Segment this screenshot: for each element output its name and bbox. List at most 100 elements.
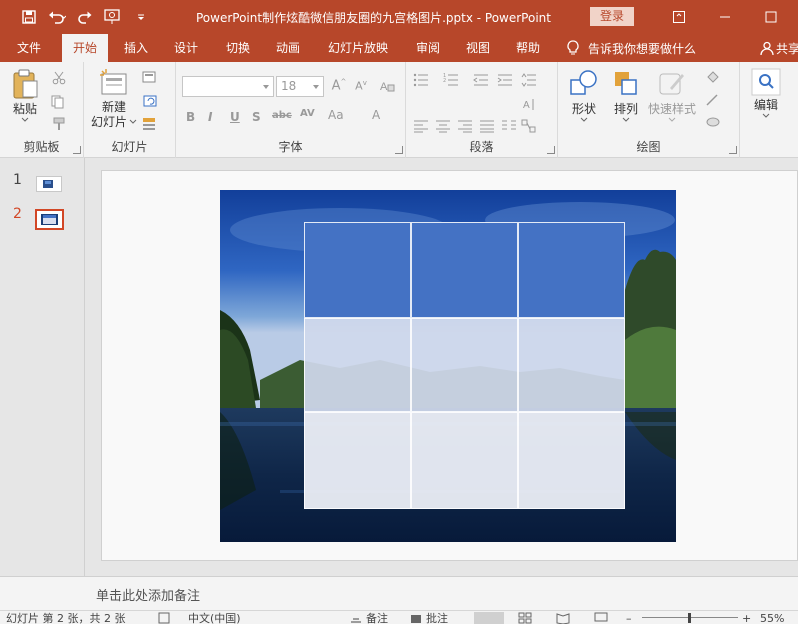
format-painter-icon[interactable]	[50, 116, 68, 132]
columns-icon[interactable]	[500, 118, 518, 134]
editing-button[interactable]: 编辑	[746, 68, 786, 119]
bullets-icon[interactable]	[412, 72, 430, 88]
redo-icon[interactable]	[74, 6, 96, 28]
notes-pane[interactable]: 单击此处添加备注	[86, 576, 798, 610]
change-case-icon[interactable]: Aa	[328, 108, 344, 122]
title-bar: PowerPoint制作炫酷微信朋友圈的九宫格图片.pptx - PowerPo…	[0, 0, 798, 34]
new-slide-button[interactable]: 新建 幻灯片	[90, 68, 138, 129]
tell-me-box[interactable]: 告诉我你想要做什么	[566, 34, 696, 62]
tab-animations[interactable]: 动画	[266, 34, 310, 62]
grid-cell-r2c1[interactable]	[304, 318, 411, 412]
zoom-level[interactable]: 55%	[760, 612, 784, 624]
grid-cell-r3c2[interactable]	[411, 412, 518, 509]
grid-cell-r2c3[interactable]	[518, 318, 625, 412]
grid-cell-r1c3[interactable]	[518, 222, 625, 318]
tab-help[interactable]: 帮助	[506, 34, 550, 62]
maximize-icon[interactable]	[748, 7, 794, 27]
italic-icon[interactable]: I	[208, 110, 212, 124]
align-left-icon[interactable]	[412, 118, 430, 134]
zoom-out-icon[interactable]: –	[626, 612, 632, 624]
editing-label: 编辑	[753, 98, 778, 112]
shape-effects-icon[interactable]	[704, 114, 722, 130]
tab-transitions[interactable]: 切换	[216, 34, 260, 62]
increase-indent-icon[interactable]	[496, 72, 514, 88]
section-icon[interactable]	[142, 116, 160, 132]
dialog-launcher-icon[interactable]	[729, 146, 737, 154]
customize-qat-icon[interactable]	[130, 6, 152, 28]
zoom-slider-thumb[interactable]	[688, 613, 691, 623]
shape-outline-icon[interactable]	[704, 92, 722, 108]
zoom-in-icon[interactable]: +	[742, 612, 751, 624]
language-status[interactable]: 中文(中国)	[188, 612, 241, 624]
align-right-icon[interactable]	[456, 118, 474, 134]
line-spacing-icon[interactable]	[520, 72, 538, 88]
clipboard-icon	[13, 69, 38, 99]
tab-file[interactable]: 文件	[6, 34, 52, 62]
font-size-combo[interactable]: 18	[276, 76, 324, 97]
tell-me-text: 告诉我你想要做什么	[588, 41, 697, 56]
drawing-group-label: 绘图	[636, 140, 661, 154]
nine-grid-table[interactable]	[304, 222, 625, 509]
increase-font-size-icon[interactable]: A^	[330, 78, 348, 94]
cut-icon[interactable]	[50, 70, 68, 86]
svg-text:A: A	[380, 81, 388, 93]
grid-cell-r2c2[interactable]	[411, 318, 518, 412]
numbering-icon[interactable]: 12	[442, 72, 460, 88]
reset-icon[interactable]	[142, 94, 160, 110]
convert-to-smartart-icon[interactable]	[520, 118, 538, 134]
paste-button[interactable]: 粘贴	[8, 68, 42, 123]
decrease-font-size-icon[interactable]: Av	[352, 78, 370, 94]
present-from-start-icon[interactable]	[102, 6, 124, 28]
reading-view-icon[interactable]	[556, 612, 570, 624]
tab-design[interactable]: 设计	[164, 34, 208, 62]
tab-slide-show[interactable]: 幻灯片放映	[318, 34, 398, 62]
dialog-launcher-icon[interactable]	[547, 146, 555, 154]
tab-view[interactable]: 视图	[456, 34, 500, 62]
justify-icon[interactable]	[478, 118, 496, 134]
paste-label: 粘贴	[12, 102, 37, 116]
login-button[interactable]: 登录	[590, 7, 634, 26]
decrease-indent-icon[interactable]	[472, 72, 490, 88]
grid-cell-r1c1[interactable]	[304, 222, 411, 318]
comments-button[interactable]: 批注	[410, 612, 448, 624]
spell-check-icon[interactable]	[158, 612, 170, 624]
character-spacing-icon[interactable]: AV	[300, 108, 315, 119]
text-shadow-icon[interactable]: S	[252, 110, 261, 124]
text-direction-icon[interactable]: A	[520, 96, 538, 112]
layout-icon[interactable]	[142, 70, 160, 86]
minimize-icon[interactable]	[702, 7, 748, 27]
slide-show-icon[interactable]	[594, 612, 608, 624]
undo-icon[interactable]	[46, 6, 68, 28]
tab-home[interactable]: 开始	[62, 34, 108, 62]
save-icon[interactable]	[18, 6, 40, 28]
notes-pane-left	[0, 576, 86, 610]
slide-thumbnail-2[interactable]	[35, 209, 64, 230]
bold-icon[interactable]: B	[186, 110, 195, 124]
underline-icon[interactable]: U	[230, 110, 240, 124]
arrange-button[interactable]: 排列	[606, 68, 646, 123]
slide-thumbnail-pane: 1 2	[0, 158, 85, 576]
notes-toggle-button[interactable]: 备注	[350, 612, 388, 624]
slide-thumbnail-1[interactable]	[36, 176, 62, 192]
ribbon-display-options-icon[interactable]	[656, 7, 702, 27]
grid-cell-r1c2[interactable]	[411, 222, 518, 318]
tab-insert[interactable]: 插入	[114, 34, 158, 62]
clear-formatting-icon[interactable]: A	[378, 78, 396, 94]
grid-cell-r3c3[interactable]	[518, 412, 625, 509]
dialog-launcher-icon[interactable]	[395, 146, 403, 154]
grid-cell-r3c1[interactable]	[304, 412, 411, 509]
normal-view-icon[interactable]	[474, 612, 504, 624]
slide-sorter-icon[interactable]	[518, 612, 532, 624]
chevron-down-icon	[668, 117, 676, 122]
font-color-icon[interactable]: A	[372, 108, 380, 122]
font-name-combo[interactable]	[182, 76, 274, 97]
shape-fill-icon[interactable]	[704, 70, 722, 86]
share-button[interactable]: 共享	[760, 34, 798, 62]
quick-styles-button[interactable]: 快速样式	[646, 68, 698, 123]
shapes-button[interactable]: 形状	[564, 68, 604, 123]
strikethrough-icon[interactable]: abc	[272, 110, 292, 121]
tab-review[interactable]: 审阅	[406, 34, 450, 62]
copy-icon[interactable]	[50, 94, 68, 110]
align-center-icon[interactable]	[434, 118, 452, 134]
dialog-launcher-icon[interactable]	[73, 146, 81, 154]
